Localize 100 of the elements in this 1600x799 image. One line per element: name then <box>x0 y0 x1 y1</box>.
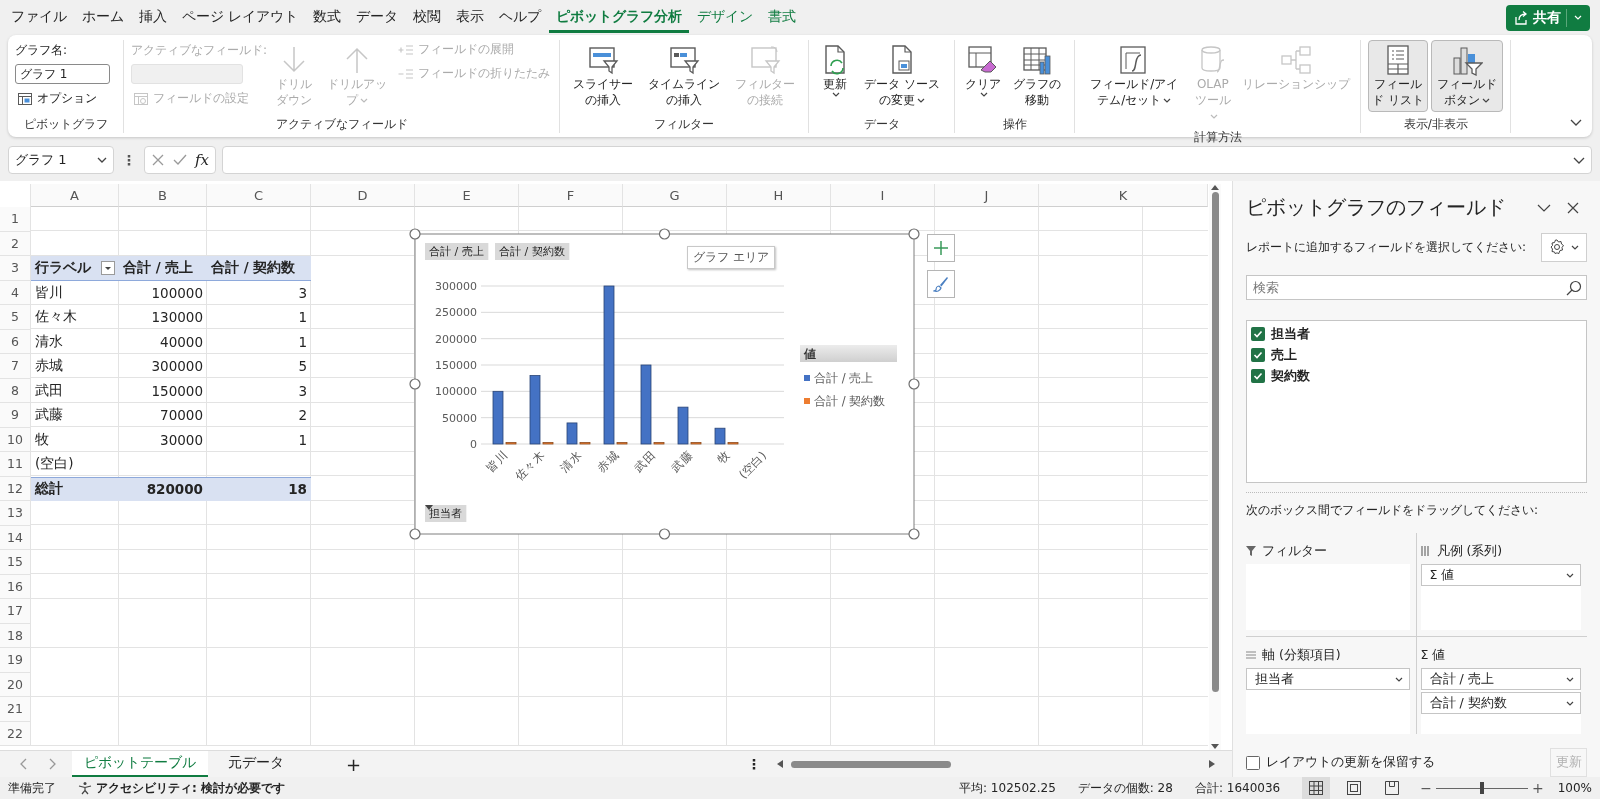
ribbon-button[interactable]: フィールド/アイテム/セット <box>1082 40 1187 113</box>
field-name[interactable]: 売上 <box>1271 346 1297 364</box>
row-number[interactable]: 3 <box>0 256 31 281</box>
name-box[interactable]: グラフ 1 <box>8 146 114 174</box>
row-number[interactable]: 18 <box>0 623 31 648</box>
view-button[interactable] <box>1302 777 1331 799</box>
bar[interactable] <box>714 427 726 445</box>
bar[interactable] <box>566 422 578 445</box>
row-number[interactable]: 6 <box>0 329 31 354</box>
chart-styles-button[interactable] <box>927 270 955 298</box>
bar[interactable] <box>690 442 702 445</box>
bar[interactable] <box>505 442 517 445</box>
resize-handle[interactable] <box>409 528 421 540</box>
resize-handle[interactable] <box>908 528 920 540</box>
resize-handle[interactable] <box>658 528 671 540</box>
scroll-up-icon[interactable] <box>1211 184 1219 190</box>
ribbon-button[interactable]: タイムラインの挿入 <box>642 40 727 113</box>
row-number[interactable]: 15 <box>0 550 31 575</box>
field-name[interactable]: 契約数 <box>1271 367 1310 385</box>
collapse-ribbon-icon[interactable] <box>1570 119 1582 127</box>
row-number[interactable]: 20 <box>0 672 31 697</box>
column-header[interactable]: H <box>727 184 831 207</box>
menu-tab[interactable]: 挿入 <box>132 2 174 33</box>
close-icon[interactable] <box>151 153 165 167</box>
row-number[interactable]: 1 <box>0 207 31 232</box>
check-icon[interactable] <box>173 153 187 167</box>
column-header[interactable]: B <box>119 184 207 207</box>
scrollbar-thumb[interactable] <box>1211 192 1219 692</box>
bar[interactable] <box>640 364 652 445</box>
menu-tab[interactable]: ホーム <box>75 2 131 33</box>
insert-function-button[interactable]: fx <box>195 151 209 169</box>
ribbon-button[interactable]: クリア <box>962 40 1005 102</box>
row-number[interactable]: 17 <box>0 599 31 624</box>
bar[interactable] <box>542 442 554 445</box>
row-number[interactable]: 16 <box>0 574 31 599</box>
settings-button[interactable] <box>1541 232 1587 262</box>
zoom-level[interactable]: 100% <box>1557 781 1592 795</box>
bar[interactable] <box>603 285 615 445</box>
row-number[interactable]: 4 <box>0 280 31 305</box>
search-field[interactable]: 検索 <box>1246 274 1587 300</box>
ribbon-button[interactable]: 更新 <box>816 40 855 102</box>
drop-area[interactable]: 担当者 <box>1246 668 1410 734</box>
sheet-tab[interactable]: ピボットテーブル <box>72 751 208 777</box>
checkbox[interactable] <box>1251 348 1265 363</box>
column-header[interactable]: D <box>311 184 415 207</box>
scrollbar-thumb[interactable] <box>791 760 952 768</box>
scroll-right-icon[interactable] <box>1209 760 1216 768</box>
checkbox[interactable] <box>1246 755 1260 770</box>
scroll-left-icon[interactable] <box>777 760 784 768</box>
zoom-in-button[interactable]: + <box>1527 780 1548 796</box>
resize-handle[interactable] <box>908 378 920 390</box>
column-header[interactable]: I <box>831 184 935 207</box>
menu-tab[interactable]: ページ レイアウト <box>175 2 306 33</box>
field-button[interactable]: 合計 / 契約数 <box>495 243 570 260</box>
row-number[interactable]: 8 <box>0 378 31 403</box>
row-number[interactable]: 13 <box>0 501 31 526</box>
row-number[interactable]: 22 <box>0 721 31 746</box>
ribbon-button[interactable]: スライサーの挿入 <box>567 40 640 113</box>
vertical-scrollbar[interactable] <box>1209 184 1221 750</box>
area-field-dropdown[interactable]: 担当者 <box>1246 668 1410 690</box>
chevron-icon[interactable] <box>1573 156 1585 164</box>
accessibility-status[interactable]: アクセシビリティ: 検討が必要です <box>96 779 285 797</box>
column-header[interactable]: A <box>31 184 119 207</box>
menu-tab[interactable]: 書式 <box>761 2 804 33</box>
checkbox[interactable] <box>1251 369 1265 384</box>
add-sheet-button[interactable]: + <box>338 753 370 775</box>
area-field-dropdown[interactable]: 合計 / 契約数 <box>1420 692 1581 714</box>
slider-thumb[interactable] <box>1479 782 1484 794</box>
menu-tab[interactable]: データ <box>349 2 406 33</box>
bar[interactable] <box>653 442 665 445</box>
bar[interactable] <box>727 442 739 445</box>
menu-tab[interactable]: ファイル <box>4 2 74 33</box>
more-icon[interactable]: ⋮ <box>120 152 138 168</box>
field-button[interactable]: 合計 / 売上 <box>425 243 489 260</box>
row-number[interactable]: 21 <box>0 697 31 722</box>
menu-tab[interactable]: 表示 <box>449 2 492 33</box>
zoom-out-button[interactable]: − <box>1416 780 1436 796</box>
bar[interactable] <box>492 390 504 445</box>
more-button[interactable]: ⋮ <box>741 756 768 772</box>
drop-area[interactable]: Σ 値 <box>1420 564 1581 630</box>
area-field-dropdown[interactable]: Σ 値 <box>1420 564 1581 586</box>
search-icon[interactable] <box>1566 279 1582 296</box>
ribbon-button[interactable]: フィールド リスト <box>1368 40 1429 113</box>
resize-handle[interactable] <box>658 228 671 240</box>
bar[interactable] <box>579 442 591 445</box>
row-number[interactable]: 7 <box>0 354 31 379</box>
ribbon-button[interactable]: フィールドボタン <box>1431 40 1504 113</box>
row-number[interactable]: 12 <box>0 476 31 501</box>
ribbon-button[interactable]: オプション <box>15 89 110 108</box>
chart-area[interactable] <box>414 233 915 535</box>
row-number[interactable]: 10 <box>0 427 31 452</box>
checkbox[interactable] <box>1251 327 1265 342</box>
column-header[interactable]: J <box>935 184 1039 207</box>
menu-tab[interactable]: ヘルプ <box>492 2 549 33</box>
resize-handle[interactable] <box>409 228 421 240</box>
share-button[interactable]: 共有 <box>1506 4 1590 31</box>
row-number[interactable]: 11 <box>0 452 31 477</box>
text-field[interactable]: グラフ 1 <box>15 64 110 84</box>
row-number[interactable]: 14 <box>0 525 31 550</box>
row-number[interactable]: 19 <box>0 648 31 673</box>
